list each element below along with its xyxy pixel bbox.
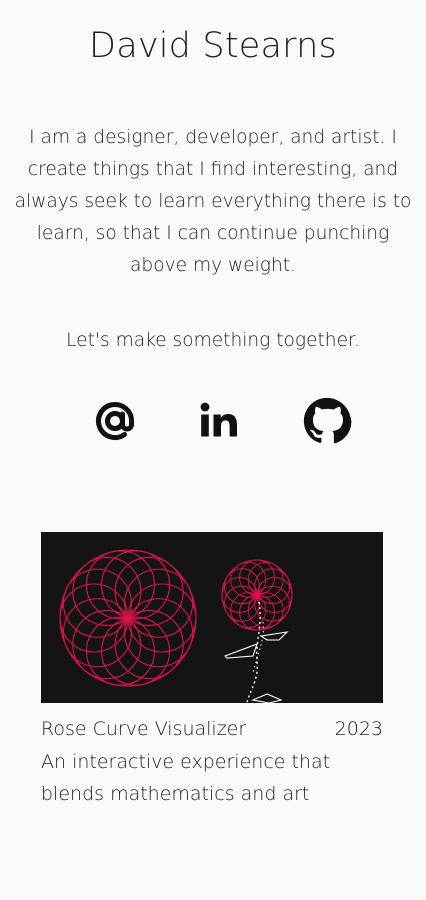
- github-icon: [303, 397, 352, 444]
- portfolio-page: David Stearns I am a designer, developer…: [0, 0, 426, 900]
- social-links: [0, 396, 426, 446]
- project-description: An interactive experience that blends ma…: [41, 751, 331, 805]
- project-year: 2023: [334, 718, 383, 740]
- project-card[interactable]: Rose Curve Visualizer 2023 An interactiv…: [41, 532, 383, 810]
- linkedin-link[interactable]: [194, 396, 244, 446]
- bio-text: I am a designer, developer, and artist. …: [14, 127, 412, 276]
- email-link[interactable]: [90, 396, 140, 446]
- github-link[interactable]: [302, 396, 352, 446]
- linkedin-icon: [200, 402, 237, 437]
- page-title: David Stearns: [89, 26, 337, 66]
- project-meta: Rose Curve Visualizer 2023: [41, 716, 383, 742]
- at-sign-icon: [96, 402, 134, 440]
- rose-curve-illustration: [41, 532, 383, 703]
- project-title[interactable]: Rose Curve Visualizer: [41, 716, 246, 742]
- call-to-action-text: Let's make something together.: [66, 330, 360, 351]
